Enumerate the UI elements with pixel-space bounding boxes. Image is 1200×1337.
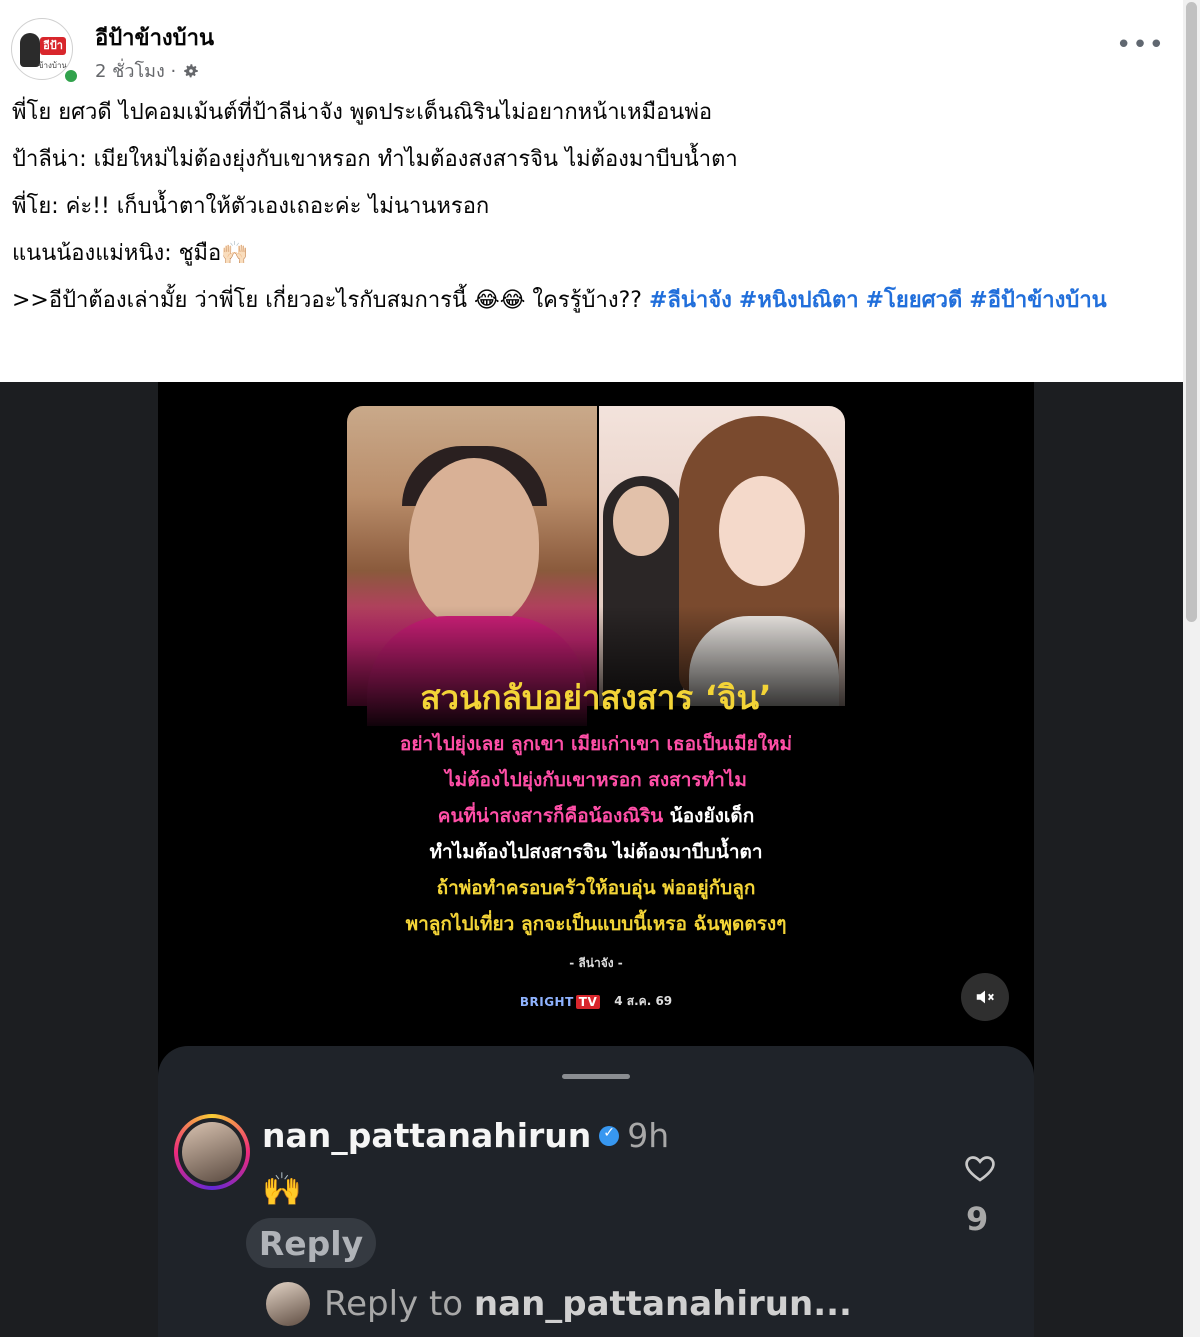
comment-header: nan_pattanahirun 9h [262, 1116, 669, 1155]
logo-label: อีป้า [40, 37, 66, 55]
mute-button[interactable] [961, 973, 1009, 1021]
quote-line: ไม่ต้องไปยุ่งกับเขาหรอก สงสารทำไม [445, 769, 747, 791]
hashtag-link[interactable]: #หนิงปณิตา [739, 288, 859, 313]
card-headline: สวนกลับอย่าสงสาร ‘จิน’ [420, 678, 772, 717]
quote-source: - ลีน่าจัง - [569, 956, 623, 970]
page-avatar[interactable]: อีป้า ข้างบ้าน [11, 18, 79, 84]
scrollbar-thumb[interactable] [1186, 2, 1197, 622]
speaker-muted-icon [976, 990, 994, 1004]
post-paragraph: พี่โย: ค่ะ!! เก็บน้ำตาให้ตัวเองเถอะค่ะ ไ… [12, 194, 490, 219]
comment-time: 9h [627, 1116, 670, 1155]
hashtag-link[interactable]: #ลีน่าจัง [649, 288, 732, 313]
instagram-screenshot: สวนกลับอย่าสงสาร ‘จิน’ อย่าไปยุ่งเลย ลูก… [158, 382, 1034, 1337]
more-options-button[interactable]: ••• [1116, 30, 1165, 60]
heart-like-icon[interactable] [962, 1150, 998, 1186]
brand-row: BRIGHT TV 4 ส.ค. 69 [347, 992, 845, 1011]
commenter-username[interactable]: nan_pattanahirun [262, 1116, 591, 1155]
quote-line: พาลูกไปเที่ยว ลูกจะเป็นแบบนี้เหรอ ฉันพูด… [405, 913, 787, 935]
page-name[interactable]: อีป้าข้างบ้าน [95, 20, 214, 55]
hashtag-link[interactable]: #อีป้าข้างบ้าน [969, 288, 1106, 313]
post-time[interactable]: 2 ชั่วโมง · [95, 56, 176, 85]
facebook-post: อีป้า ข้างบ้าน อีป้าข้างบ้าน 2 ชั่วโมง ·… [0, 0, 1183, 382]
quote-line: ทำไมต้องไปสงสารจิน ไม่ต้องมาบีบน้ำตา [429, 841, 763, 863]
quote-line-part: น้องยังเด็ก [663, 805, 755, 827]
online-status-icon [63, 68, 79, 84]
comment-sheet: nan_pattanahirun 9h 🙌 Reply 9 Reply to n… [158, 1046, 1034, 1337]
post-paragraph-last: >>อีป้าต้องเล่ามั้ย ว่าพี่โย เกี่ยวอะไรก… [12, 286, 1162, 316]
quote-line: ถ้าพ่อทำครอบครัวให้อบอุ่น พ่ออยู่กับลูก [436, 877, 756, 899]
logo-figure-icon [20, 33, 40, 67]
verified-badge-icon [599, 1125, 620, 1146]
scrollbar[interactable] [1183, 0, 1200, 1337]
post-media[interactable]: สวนกลับอย่าสงสาร ‘จิน’ อย่าไปยุ่งเลย ลูก… [0, 382, 1183, 1337]
quote-line-part: คนที่น่าสงสารก็คือน้องณิริน [437, 805, 664, 827]
reply-button[interactable]: Reply [246, 1218, 376, 1268]
sheet-drag-handle[interactable] [562, 1074, 630, 1079]
audience-gear-icon[interactable] [182, 62, 200, 80]
post-body: พี่โย ยศวดี ไปคอมเม้นต์ที่ป้าลีน่าจัง พู… [12, 98, 1162, 333]
post-paragraph: ป้าลีน่า: เมียใหม่ไม่ต้องยุ่งกับเขาหรอก … [12, 147, 738, 172]
quote-line: คนที่น่าสงสารก็คือน้องณิริน น้องยังเด็ก [347, 798, 845, 834]
post-paragraph: แนนน้องแม่หนิง: ชูมือ🙌🏻 [12, 241, 249, 266]
my-avatar [266, 1282, 310, 1326]
reply-input-bar[interactable]: Reply to nan_pattanahirun... [266, 1282, 852, 1326]
comment-text: 🙌 [262, 1170, 302, 1208]
commenter-avatar[interactable] [174, 1114, 250, 1190]
quote-line: อย่าไปยุ่งเลย ลูกเขา เมียเก่าเขา เธอเป็น… [399, 733, 793, 755]
post-paragraph: พี่โย ยศวดี ไปคอมเม้นต์ที่ป้าลีน่าจัง พู… [12, 100, 713, 125]
post-paragraph-text: >>อีป้าต้องเล่ามั้ย ว่าพี่โย เกี่ยวอะไรก… [12, 288, 649, 313]
brand-logo: BRIGHT TV [520, 994, 601, 1009]
news-card-image: สวนกลับอย่าสงสาร ‘จิน’ อย่าไปยุ่งเลย ลูก… [347, 406, 845, 1046]
logo-sublabel: ข้างบ้าน [38, 61, 67, 70]
reply-placeholder[interactable]: Reply to nan_pattanahirun... [324, 1284, 852, 1324]
card-date: 4 ส.ค. 69 [614, 994, 673, 1008]
like-count: 9 [966, 1200, 989, 1238]
post-meta: 2 ชั่วโมง · [95, 56, 200, 85]
hashtag-link[interactable]: #โยยศวดี [866, 288, 963, 313]
card-text: สวนกลับอย่าสงสาร ‘จิน’ อย่าไปยุ่งเลย ลูก… [347, 676, 845, 973]
